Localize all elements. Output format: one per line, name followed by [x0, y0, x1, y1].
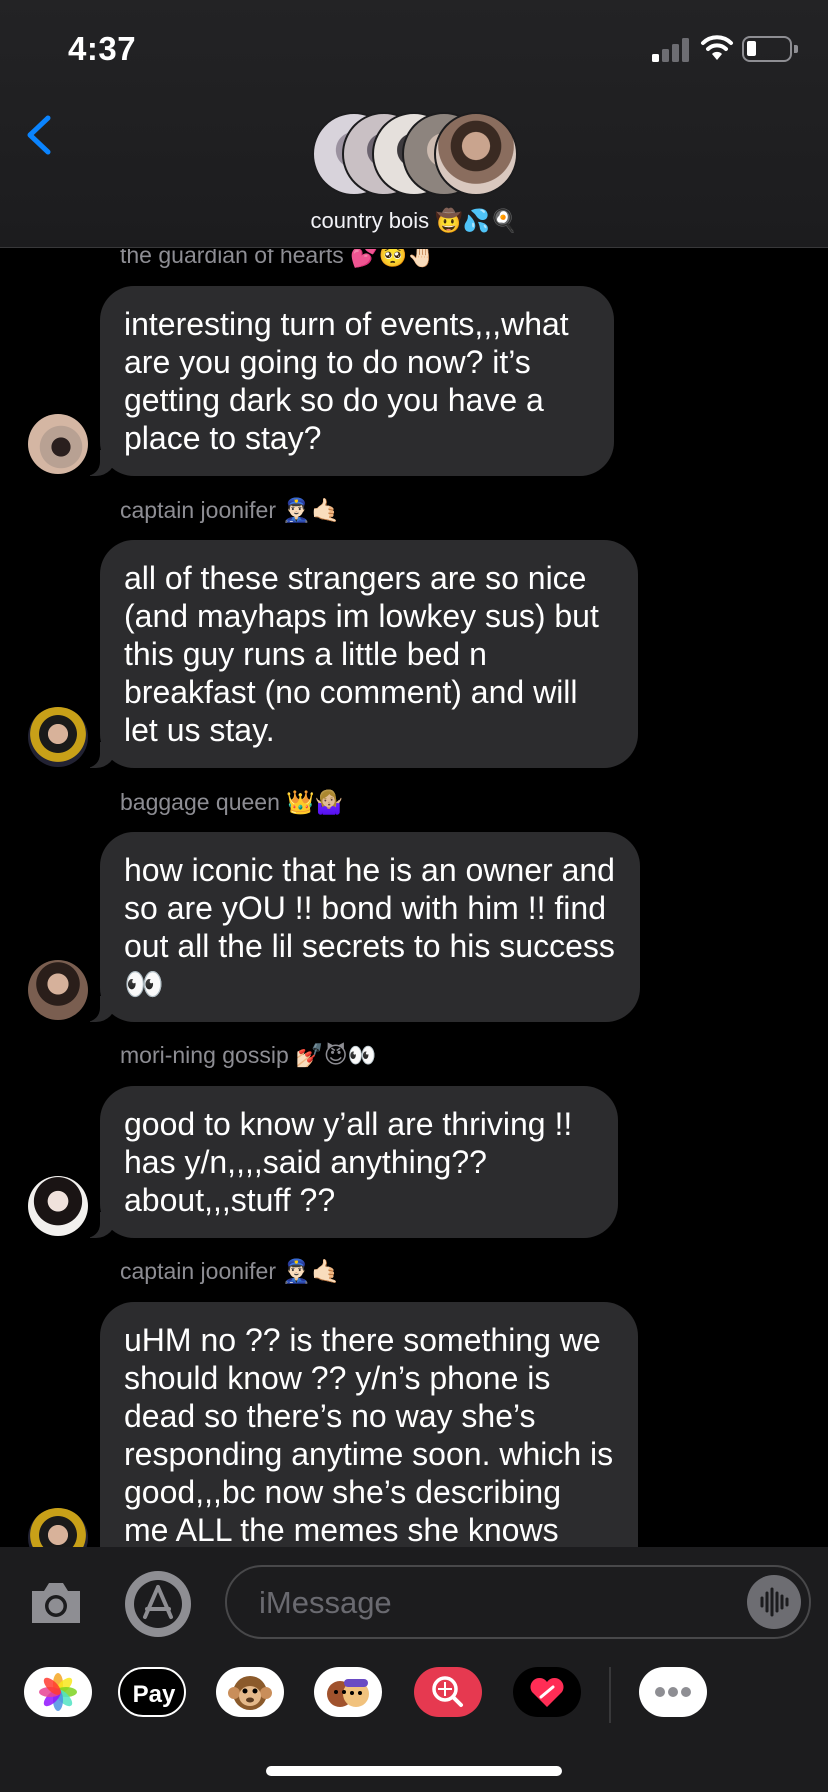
- apple-pay-label: Pay: [132, 1681, 176, 1708]
- message-text: interesting turn of events,,,what are yo…: [124, 306, 569, 456]
- message-text: all of these strangers are so nice (and …: [124, 560, 599, 748]
- sender-avatar[interactable]: [28, 414, 88, 474]
- web-images-app-icon[interactable]: [414, 1667, 482, 1717]
- message-bubble[interactable]: good to know y’all are thriving !! has y…: [82, 1086, 618, 1238]
- sender-name: captain joonifer 👮🏻‍♂️🤙🏻: [120, 497, 340, 523]
- app-drawer: Pay: [0, 1667, 828, 1737]
- wifi-icon: [701, 35, 733, 60]
- sender-avatar[interactable]: [28, 960, 88, 1020]
- message-text: how iconic that he is an owner and so ar…: [124, 852, 615, 1002]
- message-list[interactable]: the guardian of hearts 💕🥺🤚🏻 interesting …: [0, 249, 828, 1547]
- message-bubble[interactable]: all of these strangers are so nice (and …: [82, 540, 638, 768]
- message-composer: iMessage Pay: [0, 1547, 828, 1792]
- message-text: good to know y’all are thriving !! has y…: [124, 1106, 573, 1218]
- sender-name: mori-ning gossip 💅🏻😈👀: [120, 1042, 377, 1068]
- app-drawer-divider: [609, 1667, 611, 1723]
- group-avatar-stack[interactable]: [312, 112, 518, 196]
- camera-icon[interactable]: [28, 1577, 84, 1629]
- memoji-stickers-app-icon[interactable]: [314, 1667, 382, 1717]
- sender-avatar[interactable]: [28, 707, 88, 767]
- animoji-app-icon[interactable]: [216, 1667, 284, 1717]
- app-store-icon[interactable]: [125, 1571, 191, 1637]
- home-indicator[interactable]: [266, 1766, 562, 1776]
- message-input-placeholder: iMessage: [259, 1585, 392, 1620]
- group-name[interactable]: country bois 🤠💦🍳: [0, 208, 828, 234]
- photos-app-icon[interactable]: [24, 1667, 92, 1717]
- sender-avatar[interactable]: [28, 1508, 88, 1547]
- message-input[interactable]: iMessage: [225, 1565, 811, 1639]
- group-member-avatar: [434, 112, 518, 196]
- apple-pay-app-icon[interactable]: Pay: [118, 1667, 186, 1717]
- digital-touch-app-icon[interactable]: [513, 1667, 581, 1717]
- message-bubble[interactable]: interesting turn of events,,,what are yo…: [82, 286, 614, 476]
- message-text: uHM no ?? is there something we should k…: [124, 1322, 614, 1547]
- message-bubble[interactable]: how iconic that he is an owner and so ar…: [82, 832, 640, 1022]
- sender-name: the guardian of hearts 💕🥺🤚🏻: [120, 249, 437, 268]
- status-time: 4:37: [68, 30, 137, 67]
- back-button[interactable]: [22, 112, 58, 158]
- battery-icon: [742, 36, 798, 62]
- sender-name: baggage queen 👑🤷🏼‍♀️: [120, 789, 344, 815]
- sender-avatar[interactable]: [28, 1176, 88, 1236]
- audio-waveform-icon[interactable]: [747, 1575, 801, 1629]
- message-bubble[interactable]: uHM no ?? is there something we should k…: [100, 1302, 638, 1547]
- more-apps-icon[interactable]: [639, 1667, 707, 1717]
- sender-name: captain joonifer 👮🏻‍♂️🤙🏻: [120, 1258, 340, 1284]
- conversation-header: 4:37 country bois 🤠💦🍳: [0, 0, 828, 248]
- cellular-signal-icon: [652, 38, 690, 62]
